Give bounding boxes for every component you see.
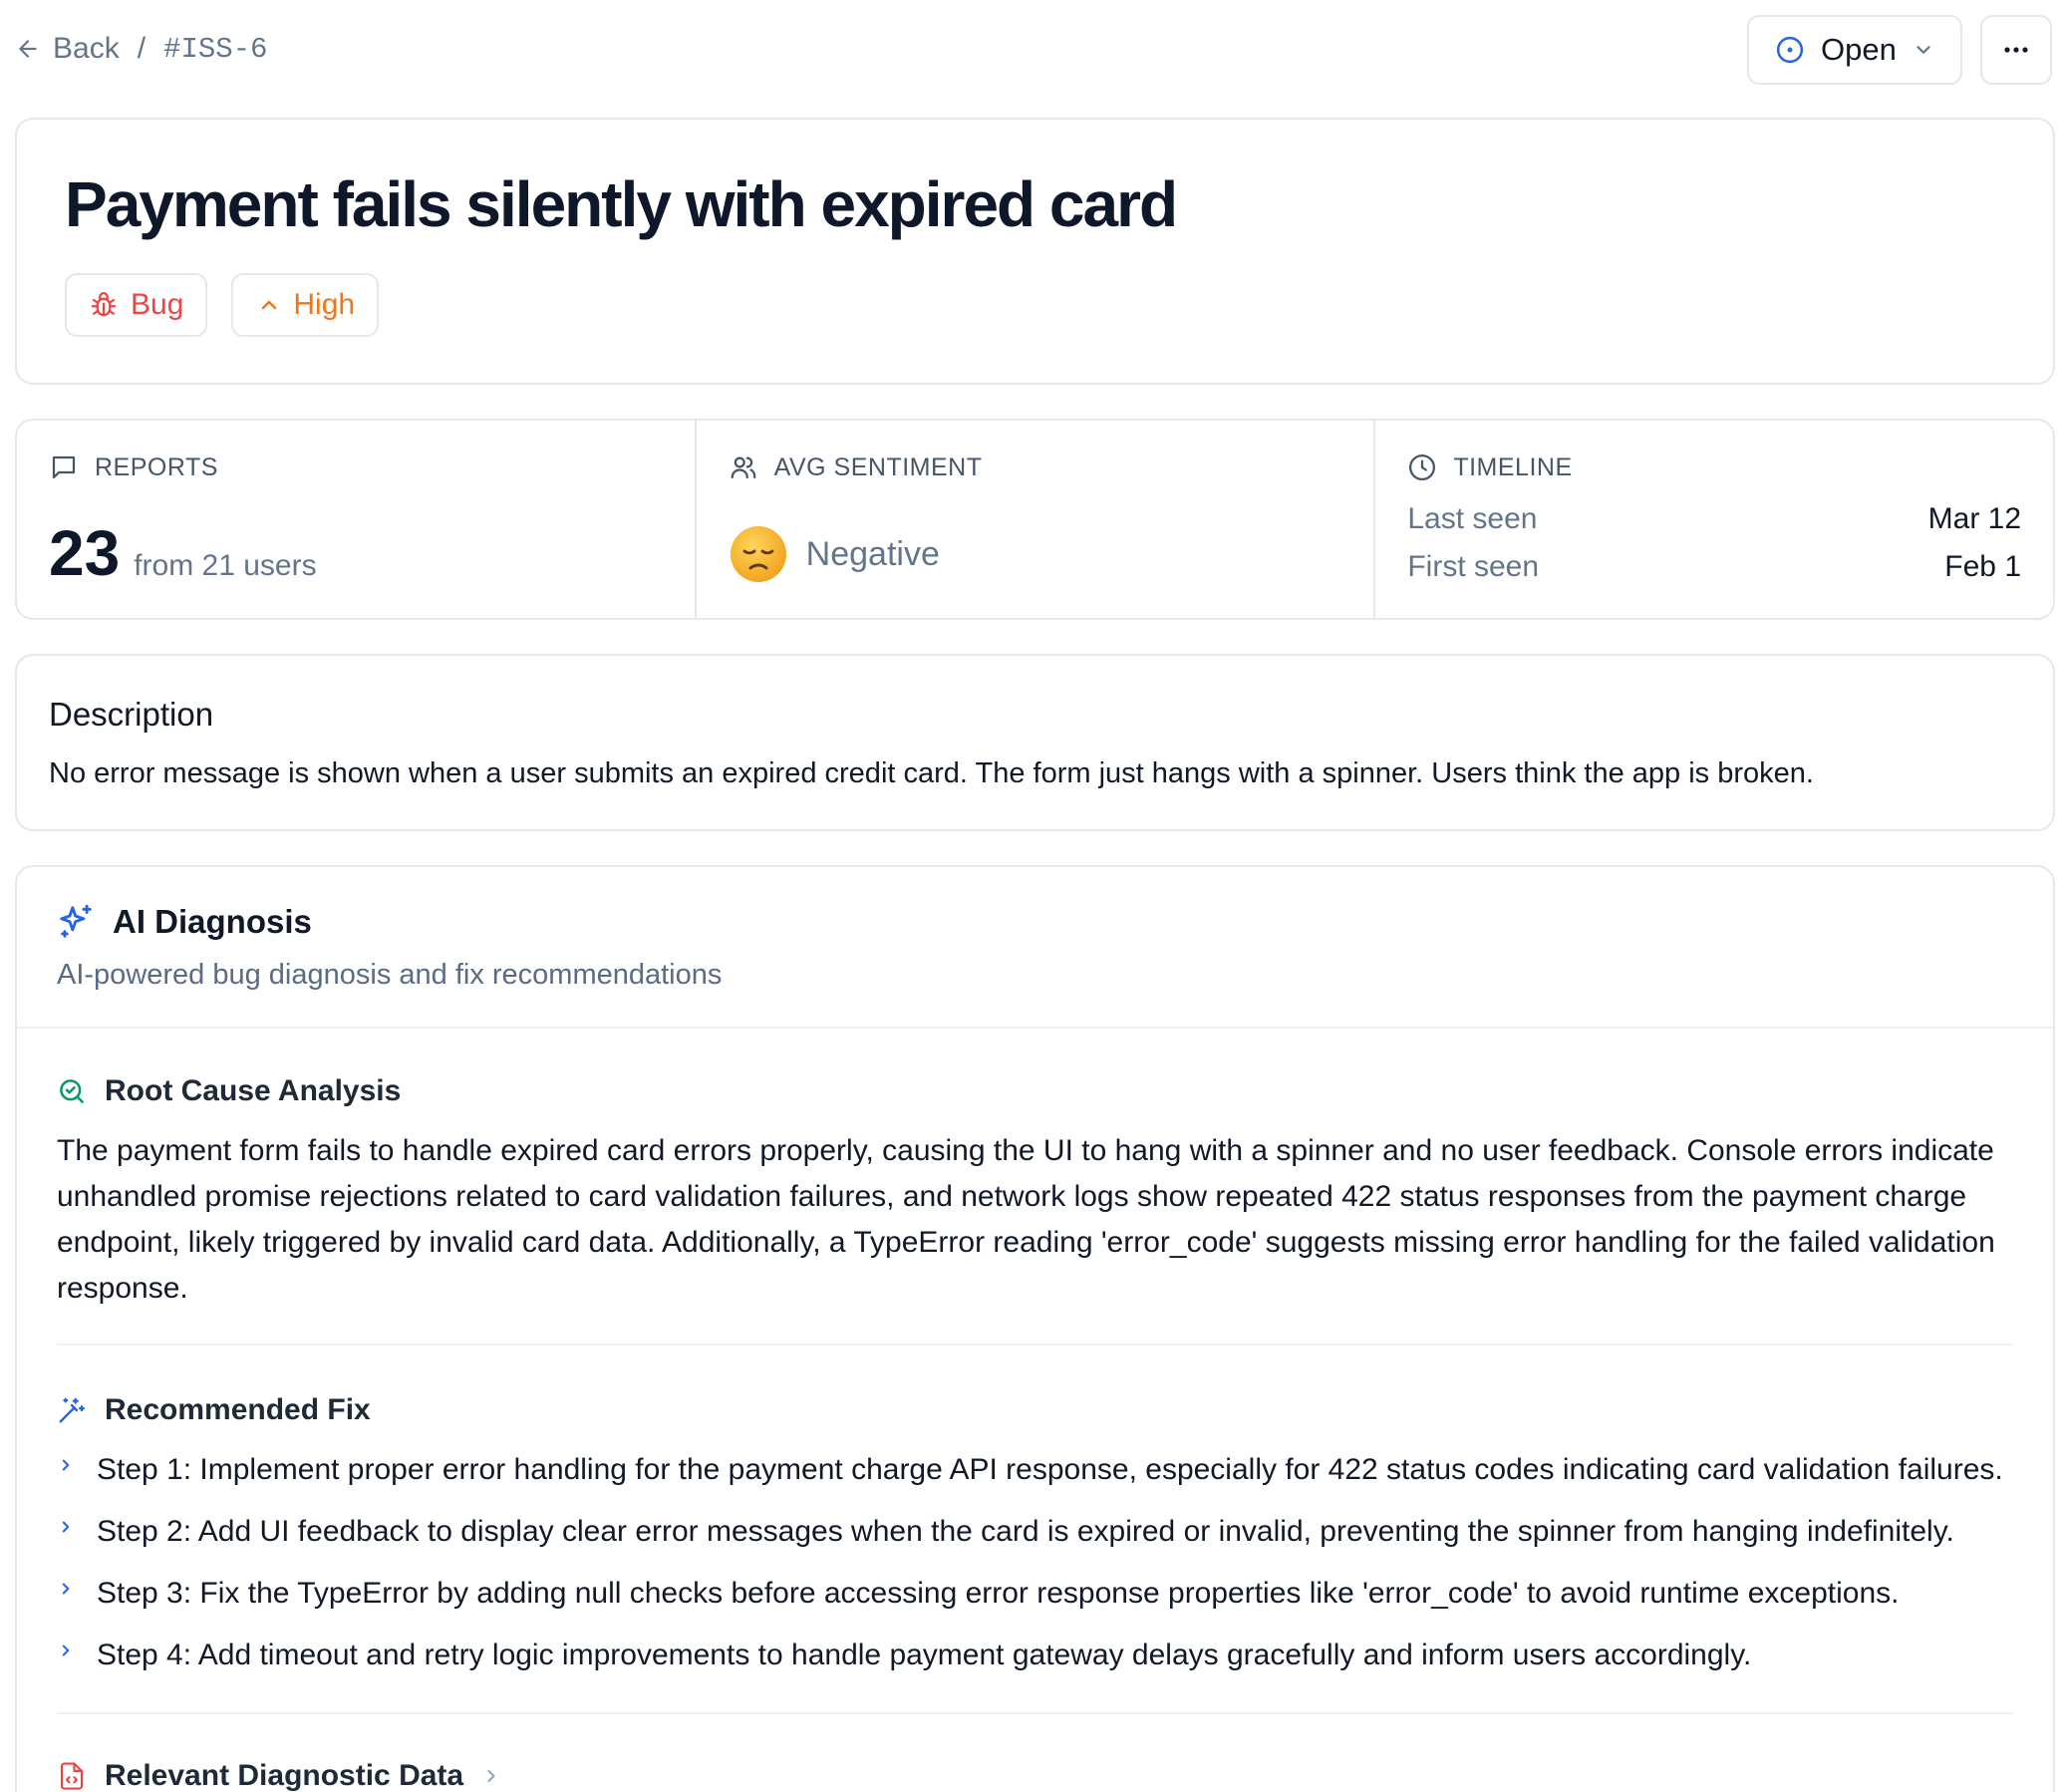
ai-diagnosis-header: AI Diagnosis [57,903,312,941]
issue-header-card: Payment fails silently with expired card… [15,118,2055,385]
recommended-fix-heading: Recommended Fix [57,1393,371,1427]
chevron-down-icon [1917,46,1930,54]
users-icon [731,456,756,479]
diagnostic-data-title: Relevant Diagnostic Data [105,1759,464,1792]
fix-step-text: Step 4: Add timeout and retry logic impr… [97,1639,1752,1671]
priority-label: High [293,288,356,321]
reports-stat: REPORTS 23 from 21 users [17,421,697,618]
root-cause-heading: Root Cause Analysis [57,1074,401,1108]
issue-title: Payment fails silently with expired card [65,168,1178,240]
fix-step-text: Step 1: Implement proper error handling … [97,1453,2003,1486]
diagnostic-data-toggle[interactable]: Relevant Diagnostic Data [57,1759,501,1792]
more-actions-button[interactable] [1980,15,2052,85]
last-seen-label: Last seen [1407,502,1538,535]
list-item: Step 4: Add timeout and retry logic impr… [57,1639,2013,1700]
priority-badge[interactable]: High [231,273,380,337]
fix-step-text: Step 2: Add UI feedback to display clear… [97,1515,1954,1548]
message-square-icon [52,455,76,479]
top-bar: Back / #ISS-6 Open [15,14,2052,86]
status-dropdown[interactable]: Open [1747,15,1962,85]
description-text: No error message is shown when a user su… [49,757,1814,789]
breadcrumb: Back / #ISS-6 [15,32,267,66]
reports-count: 23 [49,517,121,589]
bug-icon [91,292,117,317]
issue-detail-page: Back / #ISS-6 Open Payment fails silentl… [0,0,2067,1792]
sentiment-stat: AVG SENTIMENT Negative [697,421,1376,618]
sentiment-label: AVG SENTIMENT [773,452,983,481]
first-seen-label: First seen [1407,550,1540,583]
chevron-up-icon [262,300,277,310]
divider [17,1027,2053,1029]
fix-steps-list: Step 1: Implement proper error handling … [57,1453,2013,1700]
fix-step-text: Step 3: Fix the TypeError by adding null… [97,1577,1900,1610]
reports-label-row: REPORTS [49,452,218,482]
divider [57,1344,2013,1345]
status-label: Open [1821,32,1897,67]
type-label: Bug [131,288,184,321]
back-label: Back [53,32,120,65]
chevron-right-icon [62,1644,70,1656]
ai-diagnosis-subtitle: AI-powered bug diagnosis and fix recomme… [57,959,723,991]
root-cause-text: The payment form fails to handle expired… [57,1134,1995,1305]
divider [57,1712,2013,1714]
timeline-stat: TIMELINE Last seen Mar 12 First seen Feb… [1375,421,2053,618]
sentiment-label-row: AVG SENTIMENT [729,452,983,482]
chevron-right-icon [62,1583,70,1595]
description-heading: Description [49,696,214,733]
issue-tags: Bug High [65,273,380,337]
more-horizontal-icon [2004,47,2028,53]
disappointed-face-icon [730,526,786,582]
timeline-label: TIMELINE [1453,452,1573,481]
file-code-icon [60,1762,84,1790]
search-check-icon [60,1079,84,1103]
description-card: Description No error message is shown wh… [15,654,2055,831]
type-badge[interactable]: Bug [65,273,208,337]
back-link[interactable]: Back [15,32,120,66]
ai-diagnosis-card: AI Diagnosis AI-powered bug diagnosis an… [15,865,2055,1792]
arrow-left-icon [19,40,37,58]
issue-id: #ISS-6 [163,32,268,66]
last-seen-row: Last seen Mar 12 [1407,502,2021,536]
ai-diagnosis-title: AI Diagnosis [113,903,312,940]
recommended-fix-title: Recommended Fix [105,1393,371,1426]
list-item: Step 2: Add UI feedback to display clear… [57,1515,2013,1577]
reports-label: REPORTS [95,452,218,481]
sentiment-text: Negative [805,534,940,573]
timeline-label-row: TIMELINE [1407,452,1572,482]
clock-icon [1409,454,1436,480]
reports-value: 23 from 21 users [49,516,317,590]
last-seen-value: Mar 12 [1927,502,2022,535]
root-cause-title: Root Cause Analysis [105,1074,402,1107]
first-seen-value: Feb 1 [1944,550,2022,583]
list-item: Step 1: Implement proper error handling … [57,1453,2013,1515]
stats-card: REPORTS 23 from 21 users AVG SENTIMENT N… [15,419,2055,620]
reports-users: from 21 users [134,549,317,582]
chevron-right-icon [62,1459,70,1471]
breadcrumb-separator: / [137,32,147,65]
first-seen-row: First seen Feb 1 [1407,550,2021,584]
status-open-icon [1776,36,1804,64]
magic-wand-icon [59,1397,86,1423]
sentiment-value: Negative [729,524,940,584]
chevron-right-icon [62,1521,70,1533]
sparkles-icon [60,904,92,938]
chevron-right-icon [487,1770,495,1782]
list-item: Step 3: Fix the TypeError by adding null… [57,1577,2013,1639]
